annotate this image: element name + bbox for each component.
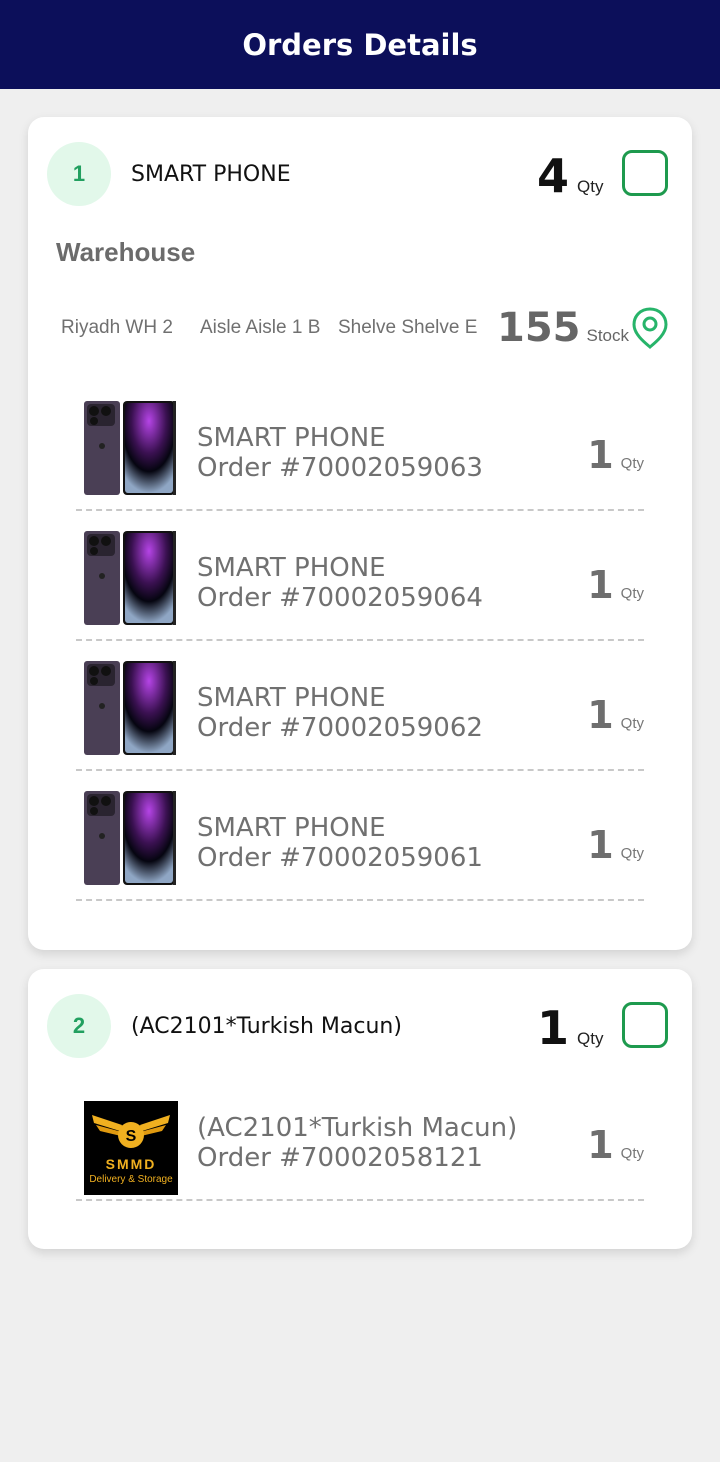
- order-group-card: 2 (AC2101*Turkish Macun) 1 Qty S SMMD De…: [28, 969, 692, 1249]
- group-qty-unit: Qty: [577, 177, 604, 196]
- item-qty-unit: Qty: [620, 585, 644, 602]
- item-name: SMART PHONE: [197, 423, 386, 453]
- item-name: (AC2101*Turkish Macun): [197, 1113, 518, 1143]
- item-order-number: Order #70002058121: [197, 1143, 483, 1173]
- group-checkbox[interactable]: [622, 1002, 668, 1048]
- item-qty: 1 Qty: [587, 563, 644, 607]
- aisle-label: Aisle Aisle 1 B: [200, 317, 321, 338]
- item-order-number: Order #70002059061: [197, 843, 483, 873]
- product-thumbnail: [84, 401, 176, 495]
- item-qty-value: 1: [587, 433, 614, 477]
- item-qty-value: 1: [587, 823, 614, 867]
- item-qty: 1 Qty: [587, 1123, 644, 1167]
- order-group-card: 1 SMART PHONE 4 Qty Warehouse Riyadh WH …: [28, 117, 692, 950]
- list-item[interactable]: S SMMD Delivery & Storage (AC2101*Turkis…: [76, 1071, 644, 1201]
- item-qty-unit: Qty: [620, 715, 644, 732]
- item-name: SMART PHONE: [197, 683, 386, 713]
- logo-name: SMMD: [106, 1156, 157, 1172]
- shelve-label: Shelve Shelve E: [338, 317, 478, 338]
- item-order-number: Order #70002059062: [197, 713, 483, 743]
- group-title: (AC2101*Turkish Macun): [131, 1014, 402, 1039]
- list-item[interactable]: SMART PHONE Order #70002059063 1 Qty: [76, 381, 644, 511]
- item-qty: 1 Qty: [587, 823, 644, 867]
- smmd-logo: S SMMD Delivery & Storage: [84, 1101, 178, 1195]
- item-qty-value: 1: [587, 693, 614, 737]
- group-qty: 4 Qty: [537, 149, 603, 203]
- item-order-number: Order #70002059064: [197, 583, 483, 613]
- logo-tagline: Delivery & Storage: [89, 1174, 173, 1185]
- group-index-badge: 2: [47, 994, 111, 1058]
- group-checkbox[interactable]: [622, 150, 668, 196]
- page-title: Orders Details: [242, 27, 478, 62]
- stock-count: 155 Stock: [497, 305, 629, 351]
- group-index-badge: 1: [47, 142, 111, 206]
- warehouse-label: Warehouse: [56, 237, 196, 267]
- group-qty-unit: Qty: [577, 1029, 604, 1048]
- product-thumbnail: [84, 791, 176, 885]
- item-qty-unit: Qty: [620, 455, 644, 472]
- item-qty-value: 1: [587, 563, 614, 607]
- item-qty: 1 Qty: [587, 693, 644, 737]
- stock-unit: Stock: [586, 326, 630, 345]
- list-item[interactable]: SMART PHONE Order #70002059061 1 Qty: [76, 771, 644, 901]
- item-qty-unit: Qty: [620, 845, 644, 862]
- item-qty-value: 1: [587, 1123, 614, 1167]
- group-qty-value: 4: [537, 149, 570, 203]
- group-qty-value: 1: [537, 1001, 570, 1055]
- logo-letter: S: [126, 1128, 137, 1145]
- warehouse-name: Riyadh WH 2: [61, 317, 173, 338]
- item-order-number: Order #70002059063: [197, 453, 483, 483]
- app-header: Orders Details: [0, 0, 720, 89]
- group-qty: 1 Qty: [537, 1001, 603, 1055]
- item-name: SMART PHONE: [197, 553, 386, 583]
- map-pin-icon[interactable]: [630, 306, 670, 350]
- item-qty: 1 Qty: [587, 433, 644, 477]
- list-item[interactable]: SMART PHONE Order #70002059062 1 Qty: [76, 641, 644, 771]
- list-item[interactable]: SMART PHONE Order #70002059064 1 Qty: [76, 511, 644, 641]
- item-qty-unit: Qty: [620, 1145, 644, 1162]
- product-thumbnail: [84, 661, 176, 755]
- product-thumbnail: [84, 531, 176, 625]
- group-title: SMART PHONE: [131, 162, 291, 187]
- item-name: SMART PHONE: [197, 813, 386, 843]
- stock-value: 155: [497, 305, 581, 351]
